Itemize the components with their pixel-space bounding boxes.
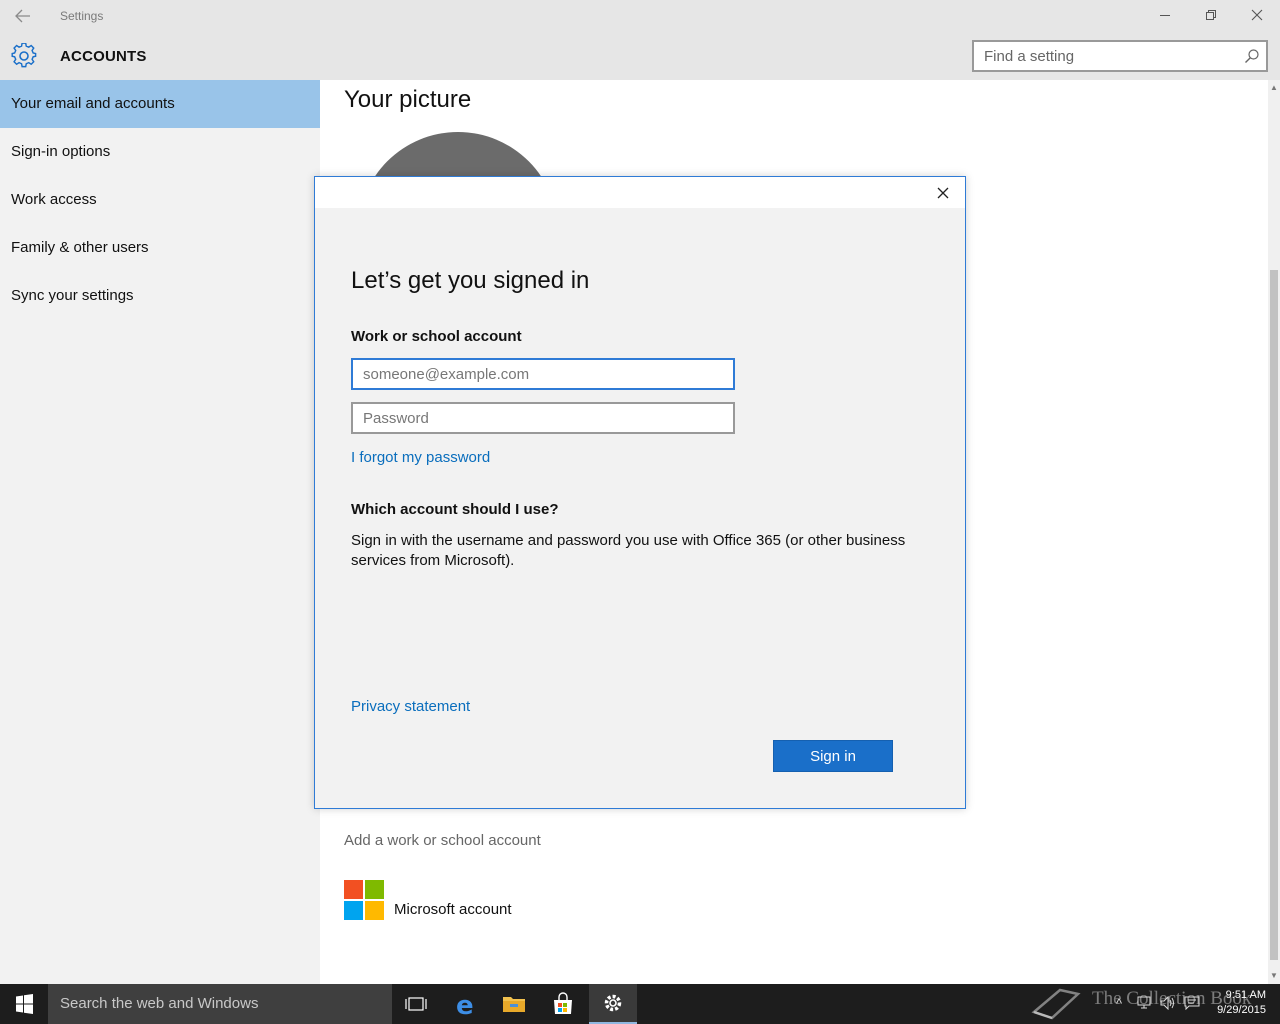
which-account-heading: Which account should I use?: [351, 501, 559, 518]
sidebar-item-work-access[interactable]: Work access: [0, 176, 320, 224]
volume-icon[interactable]: [1160, 995, 1176, 1013]
gear-icon: [11, 42, 37, 69]
scroll-up-arrow-icon[interactable]: ▲: [1268, 82, 1280, 94]
taskbar-search-box[interactable]: Search the web and Windows: [48, 984, 392, 1024]
account-type-label: Work or school account: [351, 328, 522, 345]
main-scrollbar[interactable]: ▲ ▼: [1268, 80, 1280, 984]
dialog-title: Let’s get you signed in: [351, 267, 590, 294]
your-picture-heading: Your picture: [344, 86, 472, 113]
back-arrow-icon[interactable]: [12, 6, 34, 26]
settings-icon[interactable]: [589, 984, 637, 1024]
window-title: Settings: [60, 9, 104, 23]
clock-time: 9:51 AM: [1225, 989, 1266, 1001]
sign-in-button[interactable]: Sign in: [773, 740, 893, 772]
file-explorer-icon[interactable]: [490, 984, 538, 1024]
taskbar-clock[interactable]: 9:51 AM 9/29/2015: [1206, 988, 1266, 1018]
microsoft-logo-icon: [344, 880, 384, 920]
close-icon: [937, 187, 949, 199]
clock-date: 9/29/2015: [1217, 1004, 1266, 1016]
edge-icon[interactable]: e: [442, 984, 490, 1024]
action-center-icon[interactable]: [1184, 996, 1200, 1013]
add-work-account-link[interactable]: Add a work or school account: [344, 832, 541, 849]
search-input[interactable]: [974, 42, 1234, 70]
svg-text:e: e: [456, 991, 474, 1021]
restore-icon: [1206, 10, 1216, 20]
microsoft-account-item[interactable]: Microsoft account: [394, 901, 512, 918]
sidebar: Your email and accounts Sign-in options …: [0, 80, 320, 984]
password-field[interactable]: [351, 402, 735, 434]
dialog-close-button[interactable]: [933, 183, 953, 203]
store-icon[interactable]: [539, 984, 587, 1024]
book-watermark-icon: [1030, 982, 1082, 1022]
task-view-icon[interactable]: [392, 984, 440, 1024]
which-account-description: Sign in with the username and password y…: [351, 532, 906, 569]
title-bar: Settings: [0, 0, 1280, 32]
privacy-statement-link[interactable]: Privacy statement: [351, 698, 470, 715]
email-field[interactable]: [351, 358, 735, 390]
sidebar-item-your-email-and-accounts[interactable]: Your email and accounts: [0, 80, 320, 128]
close-icon: [1251, 9, 1263, 21]
scroll-down-arrow-icon[interactable]: ▼: [1268, 970, 1280, 982]
search-icon[interactable]: [1244, 48, 1260, 64]
dialog-title-bar: [315, 177, 965, 208]
sign-in-dialog: Let’s get you signed in Work or school a…: [314, 176, 966, 809]
minimize-button[interactable]: [1142, 4, 1188, 28]
settings-search-box[interactable]: [972, 40, 1268, 72]
section-title: ACCOUNTS: [60, 48, 147, 65]
taskbar: Search the web and Windows e The Collect…: [0, 984, 1280, 1024]
window-close-button[interactable]: [1234, 4, 1280, 28]
settings-header: ACCOUNTS: [0, 32, 1280, 80]
show-hidden-icons-icon[interactable]: ^: [1116, 996, 1122, 1011]
sidebar-item-sync-your-settings[interactable]: Sync your settings: [0, 272, 320, 320]
windows-start-icon[interactable]: [0, 984, 48, 1024]
sidebar-item-family-and-other-users[interactable]: Family & other users: [0, 224, 320, 272]
forgot-password-link[interactable]: I forgot my password: [351, 449, 490, 466]
restore-button[interactable]: [1188, 4, 1234, 28]
network-icon[interactable]: [1136, 996, 1152, 1013]
minimize-icon: [1160, 15, 1170, 16]
scrollbar-thumb[interactable]: [1270, 270, 1278, 960]
sidebar-item-sign-in-options[interactable]: Sign-in options: [0, 128, 320, 176]
